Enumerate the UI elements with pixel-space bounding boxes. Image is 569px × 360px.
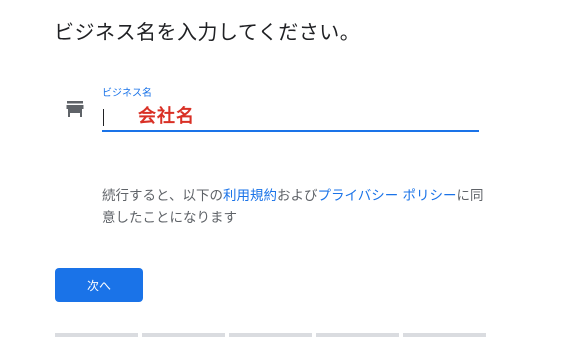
field-underline [102,130,479,132]
next-button[interactable]: 次へ [55,268,143,302]
progress-bar [55,333,486,337]
store-icon [66,101,84,117]
privacy-policy-link[interactable]: プライバシー ポリシー [317,188,456,204]
terms-middle: および [276,188,318,204]
progress-segment [142,333,225,337]
business-name-page: ビジネス名を入力してください。 ビジネス名 会社名 続行すると、以下の利用規約お… [0,0,569,360]
business-name-value[interactable]: 会社名 [138,102,195,128]
business-name-label: ビジネス名 [102,88,152,99]
page-title: ビジネス名を入力してください。 [54,20,361,44]
progress-segment [55,333,138,337]
terms-of-service-link[interactable]: 利用規約 [223,188,277,204]
terms-prefix: 続行すると、以下の [102,188,223,204]
progress-segment [316,333,399,337]
business-name-field[interactable]: ビジネス名 会社名 [102,84,479,132]
progress-segment [229,333,312,337]
progress-segment [403,333,486,337]
terms-notice: 続行すると、以下の利用規約およびプライバシー ポリシーに同意したことになります [102,185,492,229]
text-cursor [103,109,104,126]
